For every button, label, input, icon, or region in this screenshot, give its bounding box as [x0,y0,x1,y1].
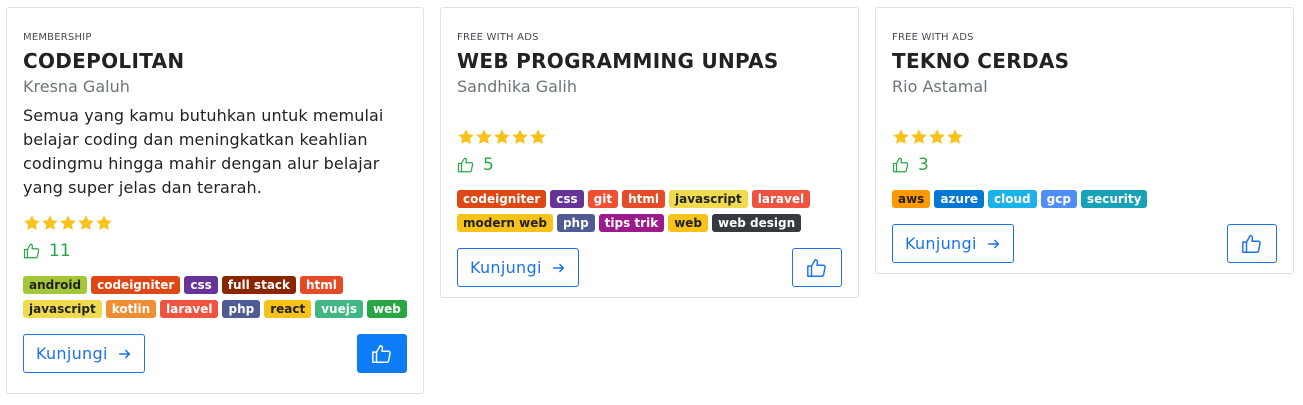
star-icon [476,129,492,144]
card-description [892,104,1277,114]
tag-badge[interactable]: security [1080,190,1148,208]
tag-badge[interactable]: laravel [751,190,811,208]
visit-button[interactable]: Kunjungi [457,248,579,287]
like-count: 5 [457,154,842,176]
star-icon [947,129,963,144]
like-count-value: 11 [49,241,71,261]
thumbs-up-icon [807,258,826,277]
tag-badge[interactable]: css [550,190,584,208]
card-actions: Kunjungi [892,224,1277,263]
thumbs-up-icon [892,157,909,173]
visit-button-label: Kunjungi [470,258,542,277]
card-title: CODEPOLITAN [23,49,185,73]
star-icon [494,129,510,144]
card-actions: Kunjungi [457,248,842,287]
like-button[interactable] [357,334,407,373]
card-author: Rio Astamal [892,77,988,96]
course-card-tekno-cerdas: FREE WITH ADS TEKNO CERDAS Rio Astamal 3… [875,7,1294,274]
tag-badge[interactable]: codeigniter [457,190,547,208]
card-type: FREE WITH ADS [457,32,539,43]
like-count: 11 [23,240,407,262]
tag-badge[interactable]: html [622,190,666,208]
tag-badge[interactable]: full stack [221,276,297,294]
thumbs-up-icon [372,344,391,363]
like-button[interactable] [1227,224,1277,263]
tag-badge[interactable]: laravel [160,300,219,318]
tag-badge[interactable]: tips trik [598,214,665,232]
star-icon [78,215,94,230]
star-icon [60,215,76,230]
like-count-value: 3 [918,155,929,175]
star-icon [512,129,528,144]
star-icon [929,129,945,144]
tag-badge[interactable]: android [23,276,88,294]
tag-badge[interactable]: gcp [1040,190,1077,208]
tag-badge[interactable]: cloud [988,190,1037,208]
star-icon [893,129,909,144]
tag-badge[interactable]: javascript [23,300,102,318]
rating-stars [457,128,842,148]
like-count: 3 [892,154,1277,176]
course-card-web-programming-unpas: FREE WITH ADS WEB PROGRAMMING UNPAS Sand… [440,7,859,298]
rating-stars [23,214,407,234]
card-type: MEMBERSHIP [23,32,92,43]
tag-badge[interactable]: kotlin [105,300,157,318]
visit-button[interactable]: Kunjungi [23,334,145,373]
thumbs-up-icon [1242,234,1261,253]
card-author: Kresna Galuh [23,77,130,96]
tag-badge[interactable]: codeigniter [91,276,181,294]
card-description [457,104,842,114]
tag-list: android codeigniter css full stack html javas… [23,276,407,318]
course-card-codepolitan: MEMBERSHIP CODEPOLITAN Kresna Galuh Semu… [6,7,424,394]
rating-stars [892,128,1277,148]
tag-badge[interactable]: web [668,214,709,232]
star-icon [911,129,927,144]
tag-badge[interactable]: web [367,300,407,318]
star-icon [24,215,40,230]
arrow-right-icon [118,349,130,358]
tag-badge[interactable]: php [556,214,595,232]
visit-button[interactable]: Kunjungi [892,224,1014,263]
tag-badge[interactable]: javascript [669,190,748,208]
thumbs-up-icon [457,157,474,173]
card-author: Sandhika Galih [457,77,577,96]
tag-badge[interactable]: css [184,276,218,294]
star-icon [42,215,58,230]
card-row: MEMBERSHIP CODEPOLITAN Kresna Galuh Semu… [0,0,1303,405]
thumbs-up-icon [23,243,40,259]
like-button[interactable] [792,248,842,287]
tag-list: codeigniter css git html javascript laravel mo… [457,190,842,232]
tag-badge[interactable]: react [264,300,312,318]
tag-badge[interactable]: git [587,190,619,208]
card-type: FREE WITH ADS [892,32,974,43]
tag-badge[interactable]: html [300,276,343,294]
tag-badge[interactable]: web design [712,214,802,232]
card-title: WEB PROGRAMMING UNPAS [457,49,779,73]
tag-badge[interactable]: php [222,300,261,318]
card-description: Semua yang kamu butuhkan untuk memulai b… [23,106,384,197]
tag-badge[interactable]: vuejs [315,300,363,318]
tag-badge[interactable]: aws [892,190,931,208]
star-icon [96,215,112,230]
card-title: TEKNO CERDAS [892,49,1070,73]
tag-badge[interactable]: azure [934,190,985,208]
arrow-right-icon [552,263,564,272]
visit-button-label: Kunjungi [905,234,977,253]
arrow-right-icon [987,239,999,248]
tag-list: aws azure cloud gcp security [892,190,1277,208]
tag-badge[interactable]: modern web [457,214,553,232]
star-icon [458,129,474,144]
card-actions: Kunjungi [23,334,407,373]
visit-button-label: Kunjungi [36,344,108,363]
like-count-value: 5 [483,155,494,175]
star-icon [530,129,546,144]
